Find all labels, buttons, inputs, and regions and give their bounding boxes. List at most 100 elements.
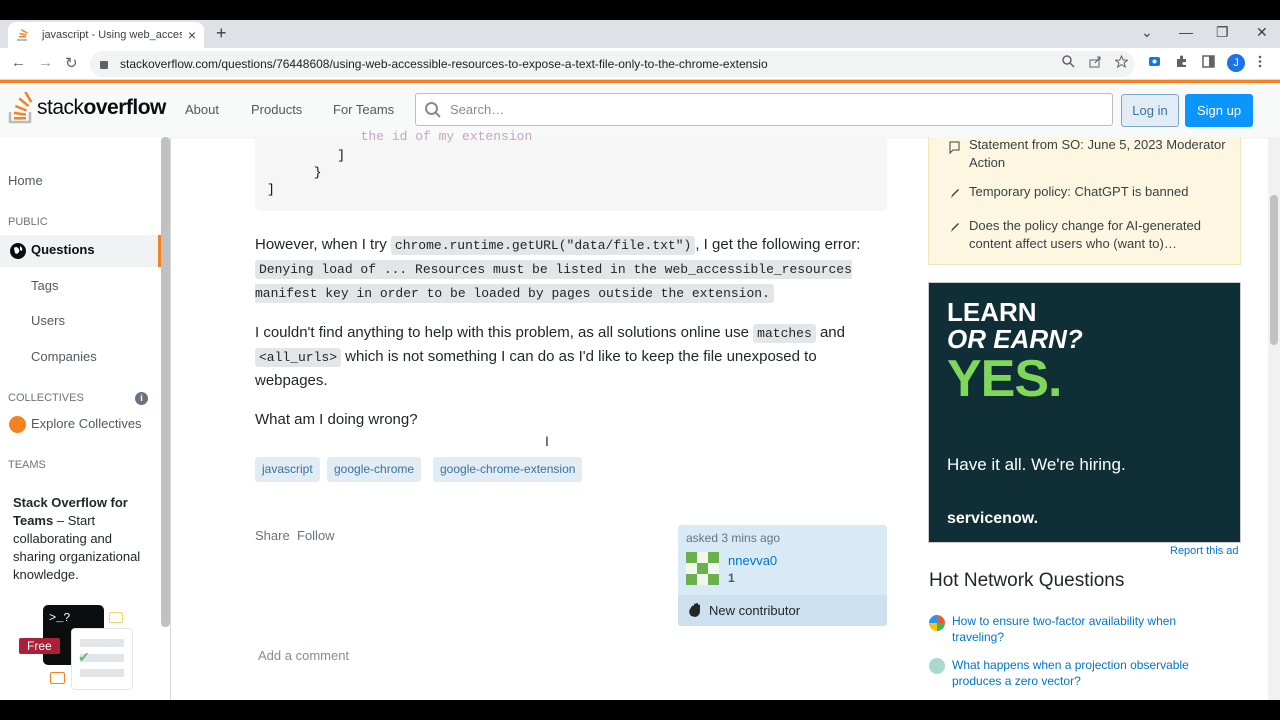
text-cursor-icon: I <box>545 433 549 449</box>
stackoverflow-logo-icon <box>8 91 34 124</box>
hnq-item-1[interactable]: How to ensure two-factor availability wh… <box>952 613 1222 645</box>
lock-icon <box>100 61 108 69</box>
meta-item-statement[interactable]: Statement from SO: June 5, 2023 Moderato… <box>969 136 1229 172</box>
sidebar-item-questions[interactable]: Questions <box>31 242 95 257</box>
tab-title: javascript - Using web_accessible_ <box>42 29 182 41</box>
address-bar-row: ← → ↻ stackoverflow.com/questions/764486… <box>0 48 1280 80</box>
nav-about[interactable]: About <box>185 102 219 117</box>
follow-link[interactable]: Follow <box>297 528 335 543</box>
login-button[interactable]: Log in <box>1121 94 1179 127</box>
teams-promo: Stack Overflow for Teams – Start collabo… <box>13 494 153 584</box>
new-tab-button[interactable]: + <box>216 23 227 44</box>
sidebar-item-home[interactable]: Home <box>8 173 43 188</box>
avatar[interactable] <box>686 552 719 585</box>
advertisement[interactable]: LEARN OR EARN? YES. Have it all. We're hi… <box>928 282 1241 543</box>
puzzle-icon[interactable] <box>1175 55 1188 71</box>
sidebar-item-companies[interactable]: Companies <box>31 349 97 364</box>
share-icon[interactable] <box>1089 55 1102 71</box>
profile-avatar[interactable]: J <box>1227 54 1245 72</box>
nav-products[interactable]: Products <box>251 102 302 117</box>
p2-code-all-urls: <all_urls> <box>255 348 342 367</box>
site-icon-security <box>929 615 945 631</box>
tag-google-chrome-extension[interactable]: google-chrome-extension <box>433 457 583 482</box>
featured-meta-box: Statement from SO: June 5, 2023 Moderato… <box>928 137 1241 265</box>
ad-yes: YES. <box>947 350 1062 408</box>
reputation-score: 1 <box>728 571 735 585</box>
sidebar-item-explore-collectives[interactable]: Explore Collectives <box>31 416 142 431</box>
zoom-icon[interactable] <box>1062 55 1075 71</box>
screen: javascript - Using web_accessible_ × + ⌄… <box>0 0 1280 720</box>
site-logo[interactable]: stackoverflow <box>8 91 166 124</box>
post-paragraph-3: What am I doing wrong? <box>255 411 418 428</box>
asked-time: asked 3 mins ago <box>686 531 781 545</box>
close-window-button[interactable]: ✕ <box>1256 24 1268 41</box>
post-paragraph-1: However, when I try chrome.runtime.getUR… <box>255 233 885 305</box>
p1-text-b: , I get the following error: <box>695 236 861 253</box>
sidebar-item-tags[interactable]: Tags <box>31 278 58 293</box>
minimize-button[interactable]: — <box>1179 24 1193 40</box>
meta-item-chatgpt[interactable]: Temporary policy: ChatGPT is banned <box>969 183 1229 201</box>
search-input[interactable]: Search… <box>415 93 1113 126</box>
tag-javascript[interactable]: javascript <box>255 457 320 482</box>
code-line-3: } <box>267 165 322 180</box>
hnq-item-2[interactable]: What happens when a projection observabl… <box>952 657 1222 689</box>
tab-strip: javascript - Using web_accessible_ × + ⌄… <box>0 20 1280 48</box>
tab-search-icon[interactable]: ⌄ <box>1141 24 1153 41</box>
nav-for-teams[interactable]: For Teams <box>333 102 394 117</box>
sidebar-scrollbar[interactable] <box>161 137 170 627</box>
info-icon[interactable]: i <box>135 392 148 405</box>
code-block: the id of my extension ] } ] <box>255 129 887 211</box>
logo-wordmark-bold: overflow <box>83 96 167 119</box>
back-button[interactable]: ← <box>11 54 26 71</box>
signup-button[interactable]: Sign up <box>1185 94 1253 127</box>
stackoverflow-favicon-icon <box>16 28 30 42</box>
p2-code-matches: matches <box>753 324 816 343</box>
new-contributor-label: New contributor <box>709 603 801 618</box>
page-scrollbar[interactable] <box>1268 137 1280 700</box>
sidebar-item-users[interactable]: Users <box>31 313 65 328</box>
ad-brand-logo: servicenow. <box>947 510 1039 527</box>
pencil-icon <box>949 187 960 200</box>
owner-card: asked 3 mins ago nnevva0 1 New contribut… <box>678 525 887 626</box>
chat-bubble-icon <box>109 612 123 623</box>
sidebar-heading-collectives: COLLECTIVES <box>8 392 84 404</box>
code-line-4: ] <box>267 182 275 197</box>
tab-close-icon[interactable]: × <box>188 27 196 43</box>
code-line-1: the id of my extension <box>267 129 533 144</box>
maximize-button[interactable]: ❐ <box>1216 24 1229 41</box>
wave-hand-icon <box>687 602 703 618</box>
logo-wordmark: stackoverflow <box>37 96 166 120</box>
left-sidebar: Home PUBLIC Questions Tags Users Compani… <box>0 137 171 700</box>
collectives-icon <box>9 416 26 433</box>
page-scrollbar-thumb[interactable] <box>1270 195 1278 345</box>
new-contributor-badge[interactable]: New contributor <box>678 595 887 626</box>
sidebar-heading-public: PUBLIC <box>8 216 48 228</box>
terminal-prompt: >_? <box>49 611 71 625</box>
ad-line-1: LEARN <box>947 297 1037 327</box>
checklist-icon: ✔ <box>71 628 133 690</box>
side-panel-icon[interactable] <box>1202 55 1215 71</box>
reload-button[interactable]: ↻ <box>65 54 78 72</box>
globe-icon <box>10 243 26 259</box>
share-link[interactable]: Share <box>255 528 290 543</box>
url-field[interactable]: stackoverflow.com/questions/76448608/usi… <box>90 51 1135 77</box>
search-placeholder: Search… <box>450 102 505 117</box>
report-ad-link[interactable]: Report this ad <box>1170 545 1238 557</box>
browser-tab[interactable]: javascript - Using web_accessible_ × <box>8 22 204 48</box>
code-line-2: ] <box>267 148 346 163</box>
message-icon <box>949 141 960 155</box>
browser-menu-icon[interactable] <box>1258 55 1262 71</box>
tag-google-chrome[interactable]: google-chrome <box>327 457 422 482</box>
top-letterbox <box>0 0 1280 20</box>
hot-network-questions-heading: Hot Network Questions <box>929 570 1125 591</box>
meta-item-ai-policy[interactable]: Does the policy change for AI-generated … <box>969 217 1229 253</box>
p1-inline-code: chrome.runtime.getURL("data/file.txt") <box>390 236 696 255</box>
add-comment-link[interactable]: Add a comment <box>258 648 349 663</box>
username-link[interactable]: nnevva0 <box>728 553 777 568</box>
bookmark-star-icon[interactable] <box>1114 54 1129 71</box>
extension-icon[interactable] <box>1148 55 1161 71</box>
p2-text-a: I couldn't find anything to help with th… <box>255 324 754 341</box>
forward-button[interactable]: → <box>38 54 53 71</box>
ad-headline: LEARN OR EARN? <box>947 299 1083 353</box>
p2-text-b: and <box>815 324 845 341</box>
